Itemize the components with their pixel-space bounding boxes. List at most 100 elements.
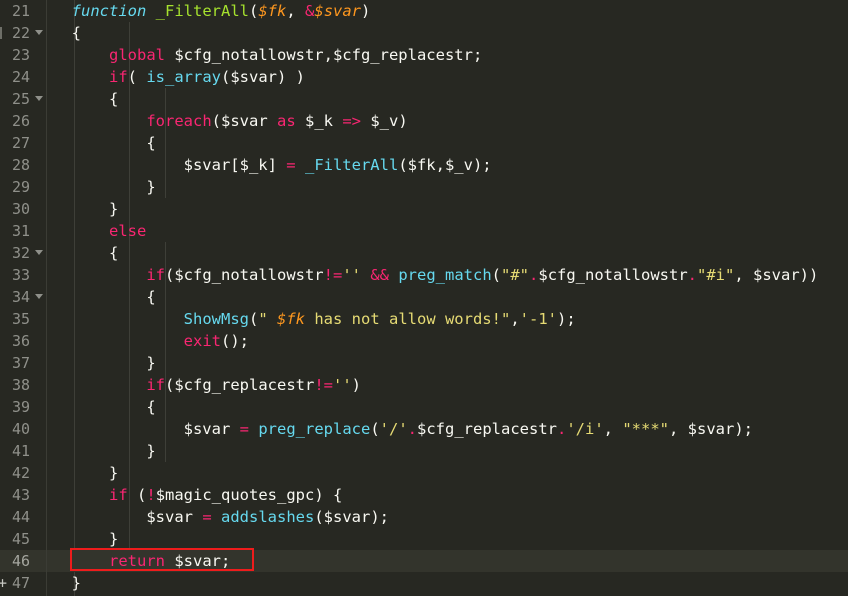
code-token: $svar (53, 508, 203, 526)
code-line[interactable]: global $cfg_notallowstr,$cfg_replacestr; (47, 44, 848, 66)
line-number[interactable]: 38 (0, 374, 46, 396)
line-number[interactable]: 44 (0, 506, 46, 528)
code-token: => (342, 112, 361, 130)
code-line[interactable]: exit(); (47, 330, 848, 352)
line-number[interactable]: 43 (0, 484, 46, 506)
code-line[interactable]: } (47, 198, 848, 220)
code-editor[interactable]: 21 22 23 24 25 26 27 28 29 30 31 32 33 34 35 36 37 38 39 40… (0, 0, 848, 596)
fold-collapse-icon[interactable] (35, 96, 43, 101)
line-number[interactable]: 39 (0, 396, 46, 418)
code-token: (); (220, 332, 249, 350)
code-line[interactable]: ShowMsg(" $fk has not allow words!",'-1'… (47, 308, 848, 330)
code-line[interactable]: { (47, 396, 848, 418)
code-token: } (53, 574, 81, 592)
code-line[interactable]: if( is_array($svar) ) (47, 66, 848, 88)
code-content[interactable]: function _FilterAll($fk, &$svar) { globa… (47, 0, 848, 596)
code-line[interactable]: } (47, 440, 848, 462)
code-token: '/' (379, 420, 408, 438)
code-token: return (109, 552, 165, 570)
code-token: ) (351, 376, 361, 394)
code-line[interactable]: foreach($svar as $_k => $_v) (47, 110, 848, 132)
line-number[interactable]: 41 (0, 440, 46, 462)
code-token: foreach (146, 112, 212, 130)
line-number[interactable]: 23 (0, 44, 46, 66)
line-number[interactable]: 35 (0, 308, 46, 330)
code-token: , (603, 420, 623, 438)
code-token: { (53, 288, 156, 306)
line-number-gutter[interactable]: 21 22 23 24 25 26 27 28 29 30 31 32 33 34 35 36 37 38 39 40… (0, 0, 47, 596)
line-number[interactable]: 31 (0, 220, 46, 242)
code-token: if (109, 68, 128, 86)
line-number[interactable]: 25 (0, 88, 46, 110)
code-line[interactable]: } (47, 528, 848, 550)
line-number-label: 24 (11, 68, 30, 86)
code-line[interactable]: if($cfg_notallowstr!='' && preg_match("#… (47, 264, 848, 286)
code-token: } (53, 530, 119, 548)
fold-edge-tick-icon (0, 27, 2, 39)
line-number[interactable]: 40 (0, 418, 46, 440)
code-line[interactable]: { (47, 242, 848, 264)
code-token: . (687, 266, 698, 284)
line-number[interactable]: 26 (0, 110, 46, 132)
code-line[interactable]: return $svar; (47, 550, 848, 572)
line-number[interactable]: +47 (0, 572, 46, 594)
code-line[interactable]: { (47, 286, 848, 308)
code-token: $svar (314, 2, 362, 20)
code-token: $magic_quotes_gpc) { (155, 486, 343, 504)
code-token: } (53, 354, 156, 372)
fold-expand-icon[interactable]: + (0, 572, 7, 594)
code-token: ( (491, 266, 502, 284)
code-token: { (53, 134, 156, 152)
code-line[interactable]: { (47, 22, 848, 44)
line-number-label: 42 (11, 464, 30, 482)
code-token: { (53, 90, 119, 108)
line-number-label: 26 (11, 112, 30, 130)
line-number[interactable]: 37 (0, 352, 46, 374)
fold-collapse-icon[interactable] (35, 294, 43, 299)
line-number[interactable]: 32 (0, 242, 46, 264)
code-line[interactable]: function _FilterAll($fk, &$svar) (47, 0, 848, 22)
line-number[interactable]: 34 (0, 286, 46, 308)
code-token: _FilterAll (155, 2, 249, 20)
line-number[interactable]: 22 (0, 22, 46, 44)
code-token: $cfg_replacestr (417, 420, 557, 438)
code-token: ($svar); (314, 508, 389, 526)
code-line[interactable]: } (47, 462, 848, 484)
line-number[interactable]: 33 (0, 264, 46, 286)
line-number[interactable]: 46 (0, 550, 46, 572)
fold-collapse-icon[interactable] (35, 250, 43, 255)
code-token: preg_match (398, 266, 492, 284)
code-line[interactable]: $svar = preg_replace('/'.$cfg_replacestr… (47, 418, 848, 440)
line-number[interactable]: 42 (0, 462, 46, 484)
code-token: , $svar)) (734, 266, 819, 284)
line-number-label: 30 (11, 200, 30, 218)
code-line[interactable]: if (!$magic_quotes_gpc) { (47, 484, 848, 506)
code-token: & (305, 2, 315, 20)
line-number[interactable]: 21 (0, 0, 46, 22)
code-line[interactable]: { (47, 88, 848, 110)
code-token: = (239, 420, 249, 438)
code-line[interactable]: } (47, 176, 848, 198)
code-line[interactable]: { (47, 132, 848, 154)
line-number[interactable]: 36 (0, 330, 46, 352)
code-line[interactable]: else (47, 220, 848, 242)
line-number-label: 43 (11, 486, 30, 504)
line-number[interactable]: 45 (0, 528, 46, 550)
code-token: $svar; (165, 552, 231, 570)
line-number[interactable]: 27 (0, 132, 46, 154)
code-token: , (286, 2, 306, 20)
code-line[interactable]: if($cfg_replacestr!='') (47, 374, 848, 396)
code-token: ($cfg_replacestr (165, 376, 315, 394)
line-number-label: 28 (11, 156, 30, 174)
line-number[interactable]: 24 (0, 66, 46, 88)
fold-collapse-icon[interactable] (35, 30, 43, 35)
line-number[interactable]: 28 (0, 154, 46, 176)
code-line[interactable]: $svar[$_k] = _FilterAll($fk,$_v); (47, 154, 848, 176)
code-line[interactable]: } (47, 572, 848, 594)
code-line[interactable]: } (47, 352, 848, 374)
line-number[interactable]: 30 (0, 198, 46, 220)
code-line[interactable]: $svar = addslashes($svar); (47, 506, 848, 528)
line-number[interactable]: 29 (0, 176, 46, 198)
